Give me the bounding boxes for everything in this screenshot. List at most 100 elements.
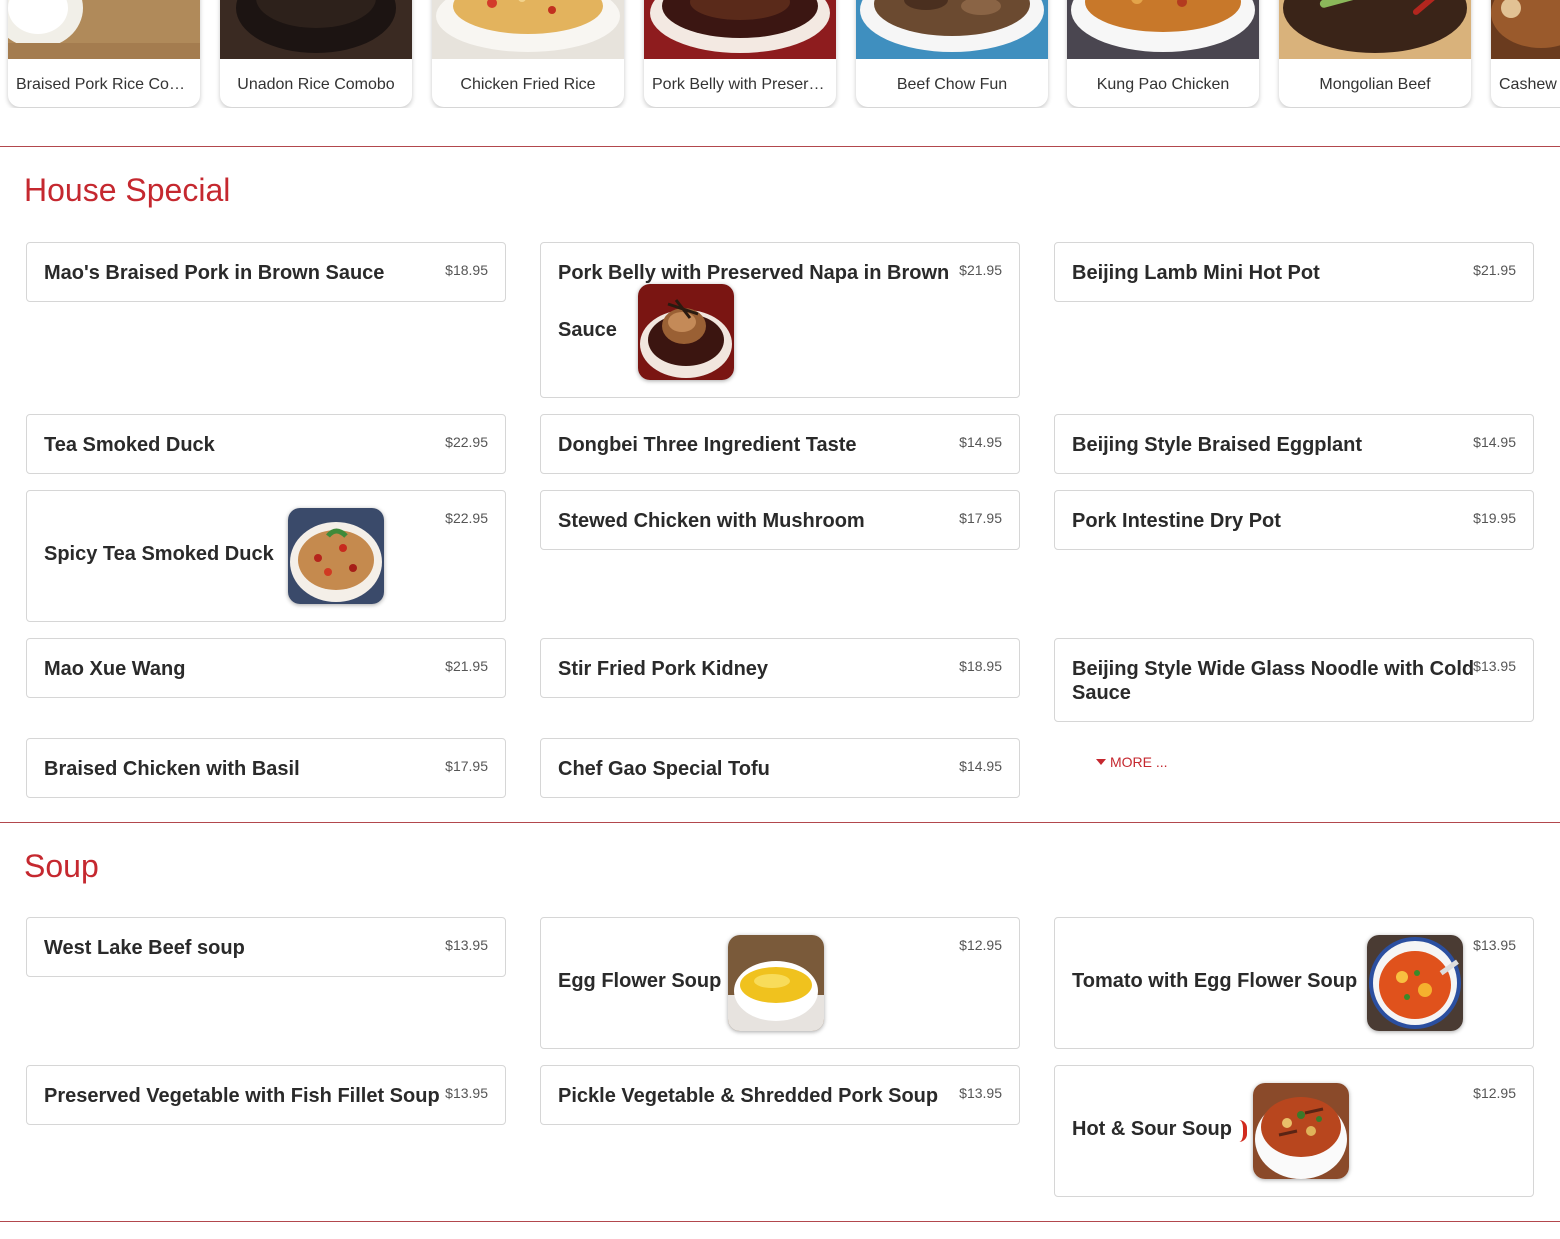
menu-item[interactable]: Preserved Vegetable with Fish Fillet Sou… — [26, 1065, 506, 1125]
caret-down-icon — [1096, 759, 1106, 765]
item-price: $21.95 — [445, 658, 488, 674]
dish-thumbnail — [728, 935, 824, 1031]
dish-photo — [1491, 0, 1560, 59]
carousel-card[interactable]: Chicken Fried Rice — [432, 0, 624, 107]
carousel-card[interactable]: Cashew — [1491, 0, 1560, 107]
item-name-line2: Sauce — [1072, 682, 1131, 704]
item-price: $13.95 — [445, 937, 488, 953]
item-price: $17.95 — [445, 758, 488, 774]
menu-item[interactable]: Pickle Vegetable & Shredded Pork Soup $1… — [540, 1065, 1020, 1125]
item-price: $14.95 — [1473, 434, 1516, 450]
menu-item[interactable]: Stir Fried Pork Kidney $18.95 — [540, 638, 1020, 698]
dish-photo — [1279, 0, 1471, 59]
item-name: Dongbei Three Ingredient Taste — [558, 434, 857, 456]
chili-icon — [1239, 1120, 1247, 1142]
item-price: $13.95 — [959, 1085, 1002, 1101]
dish-thumbnail — [1367, 935, 1463, 1031]
carousel-item-label: Unadon Rice Comobo — [237, 76, 395, 93]
item-price: $22.95 — [445, 510, 488, 526]
menu-item[interactable]: Beijing Style Braised Eggplant $14.95 — [1054, 414, 1534, 474]
item-name: Egg Flower Soup — [558, 970, 722, 992]
item-price: $13.95 — [1473, 658, 1516, 674]
menu-item[interactable]: Egg Flower Soup $12.95 — [540, 917, 1020, 1049]
carousel-card[interactable]: Beef Chow Fun — [856, 0, 1048, 107]
item-name: Pork Belly with Preserved Napa in Brown — [558, 262, 950, 284]
item-price: $22.95 — [445, 434, 488, 450]
more-label: MORE ... — [1110, 754, 1168, 770]
item-price: $13.95 — [1473, 937, 1516, 953]
item-price: $18.95 — [959, 658, 1002, 674]
menu-item[interactable]: Beijing Style Wide Glass Noodle with Col… — [1054, 638, 1534, 722]
item-name: Chef Gao Special Tofu — [558, 758, 770, 780]
item-price: $21.95 — [959, 262, 1002, 278]
carousel-item-label: Mongolian Beef — [1319, 76, 1431, 93]
section-divider — [0, 1221, 1560, 1222]
item-price: $12.95 — [1473, 1085, 1516, 1101]
item-name: Preserved Vegetable with Fish Fillet Sou… — [44, 1085, 440, 1107]
item-price: $14.95 — [959, 434, 1002, 450]
dish-photo — [1067, 0, 1259, 59]
item-price: $21.95 — [1473, 262, 1516, 278]
featured-dish-carousel: Braised Pork Rice Com... Unadon Rice Com… — [0, 0, 1560, 108]
dish-photo — [8, 0, 200, 59]
item-name: Mao's Braised Pork in Brown Sauce — [44, 262, 385, 284]
menu-item[interactable]: Stewed Chicken with Mushroom $17.95 — [540, 490, 1020, 550]
dish-thumbnail — [288, 508, 384, 604]
carousel-item-label: Chicken Fried Rice — [460, 76, 596, 93]
dish-photo — [220, 0, 412, 59]
item-price: $19.95 — [1473, 510, 1516, 526]
section-title-house-special: House Special — [24, 172, 231, 208]
item-price: $13.95 — [445, 1085, 488, 1101]
menu-item[interactable]: Mao Xue Wang $21.95 — [26, 638, 506, 698]
item-name: Spicy Tea Smoked Duck — [44, 543, 274, 565]
section-title-soup: Soup — [24, 848, 99, 884]
section-divider — [0, 146, 1560, 147]
item-name: Pickle Vegetable & Shredded Pork Soup — [558, 1085, 939, 1107]
item-name: Beijing Lamb Mini Hot Pot — [1072, 262, 1320, 284]
carousel-card[interactable]: Mongolian Beef — [1279, 0, 1471, 107]
menu-item[interactable]: West Lake Beef soup $13.95 — [26, 917, 506, 977]
menu-item[interactable]: Mao's Braised Pork in Brown Sauce $18.95 — [26, 242, 506, 302]
menu-item[interactable]: Spicy Tea Smoked Duck $22.95 — [26, 490, 506, 622]
dish-thumbnail — [638, 284, 734, 380]
dish-thumbnail — [1253, 1083, 1349, 1179]
dish-photo — [432, 0, 624, 59]
menu-item[interactable]: Beijing Lamb Mini Hot Pot $21.95 — [1054, 242, 1534, 302]
item-name: Pork Intestine Dry Pot — [1072, 510, 1281, 532]
item-price: $14.95 — [959, 758, 1002, 774]
item-name: Beijing Style Wide Glass Noodle with Col… — [1072, 658, 1475, 680]
menu-item[interactable]: Pork Belly with Preserved Napa in Brown … — [540, 242, 1020, 398]
menu-item[interactable]: Hot & Sour Soup $12.95 — [1054, 1065, 1534, 1197]
item-price: $17.95 — [959, 510, 1002, 526]
dish-photo — [856, 0, 1048, 59]
menu-item[interactable]: Braised Chicken with Basil $17.95 — [26, 738, 506, 798]
item-price: $18.95 — [445, 262, 488, 278]
item-name: Braised Chicken with Basil — [44, 758, 300, 780]
carousel-item-label: Braised Pork Rice Com... — [16, 76, 196, 93]
carousel-card[interactable]: Kung Pao Chicken — [1067, 0, 1259, 107]
menu-item[interactable]: Tea Smoked Duck $22.95 — [26, 414, 506, 474]
menu-item[interactable]: Pork Intestine Dry Pot $19.95 — [1054, 490, 1534, 550]
carousel-card[interactable]: Unadon Rice Comobo — [220, 0, 412, 107]
item-name: Tea Smoked Duck — [44, 434, 215, 456]
carousel-card[interactable]: Braised Pork Rice Com... — [8, 0, 200, 107]
carousel-card[interactable]: Pork Belly with Preserv... — [644, 0, 836, 107]
carousel-item-label: Cashew — [1499, 76, 1557, 93]
item-name: Hot & Sour Soup — [1072, 1118, 1232, 1140]
carousel-item-label: Kung Pao Chicken — [1096, 76, 1230, 93]
item-name: Stir Fried Pork Kidney — [558, 658, 769, 680]
carousel-item-label: Beef Chow Fun — [896, 76, 1008, 93]
item-name: West Lake Beef soup — [44, 937, 245, 959]
item-name: Mao Xue Wang — [44, 658, 186, 680]
item-name: Tomato with Egg Flower Soup — [1072, 970, 1358, 992]
menu-item[interactable]: Tomato with Egg Flower Soup $13.95 — [1054, 917, 1534, 1049]
section-divider — [0, 822, 1560, 823]
menu-item[interactable]: Chef Gao Special Tofu $14.95 — [540, 738, 1020, 798]
item-name: Stewed Chicken with Mushroom — [558, 510, 865, 532]
carousel-item-label: Pork Belly with Preserv... — [652, 76, 829, 93]
item-name-line2: Sauce — [558, 319, 617, 341]
item-price: $12.95 — [959, 937, 1002, 953]
menu-item[interactable]: Dongbei Three Ingredient Taste $14.95 — [540, 414, 1020, 474]
more-button[interactable]: MORE ... — [1096, 754, 1168, 770]
item-name: Beijing Style Braised Eggplant — [1072, 434, 1363, 456]
